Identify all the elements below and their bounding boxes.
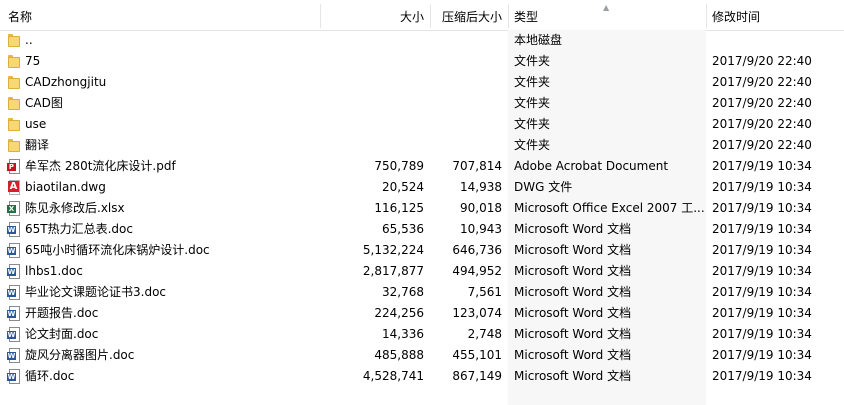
file-compressed-size: 90,018 [460,201,502,215]
file-row[interactable]: W 循环.doc 4,528,741 867,149 Microsoft Word 文档… [0,366,844,387]
file-modified: 2017/9/19 10:34 [712,264,812,278]
file-compressed-size: 707,814 [452,159,502,173]
file-row[interactable]: W 毕业论文课题论证书3.doc 32,768 7,561 Microsoft Word… [0,282,844,303]
file-type: Microsoft Word 文档 [514,306,632,320]
column-header: 名称 大小 压缩后大小 类型 ▲ 修改时间 [0,0,844,31]
file-modified: 2017/9/19 10:34 [712,180,812,194]
word-file-icon: W [7,222,21,237]
file-row[interactable]: CAD图 文件夹 2017/9/20 22:40 [0,93,844,114]
file-compressed-size [403,51,502,72]
column-header-compressed[interactable]: 压缩后大小 [403,0,502,30]
file-modified: 2017/9/19 10:34 [712,348,812,362]
folder-icon [7,138,21,153]
folder-icon [7,54,21,69]
file-modified: 2017/9/19 10:34 [712,201,812,215]
file-row[interactable]: Abiaotilan.dwg 20,524 14,938 DWG 文件 2017/9/1… [0,177,844,198]
file-type: Microsoft Office Excel 2007 工... [514,201,704,215]
file-compressed-size [403,135,502,156]
file-type: Adobe Acrobat Document [514,159,669,173]
file-type: 文件夹 [514,138,551,152]
file-row[interactable]: W 65T热力汇总表.doc 65,536 10,943 Microsoft Word … [0,219,844,240]
folder-icon [7,117,21,132]
file-modified: 2017/9/19 10:34 [712,369,812,383]
dwg-file-icon: A [7,180,21,195]
folder-icon [7,33,21,48]
file-type: Microsoft Word 文档 [514,285,632,299]
file-modified: 2017/9/20 22:40 [712,54,812,68]
file-compressed-size [403,72,502,93]
file-list: .. 本地磁盘 75 文件夹 2017/9/20 22:40 CADzhongjitu 文件… [0,30,844,387]
file-row[interactable]: X 陈见永修改后.xlsx 116,125 90,018 Microsoft Offic… [0,198,844,219]
file-modified: 2017/9/20 22:40 [712,96,812,110]
file-modified: 2017/9/19 10:34 [712,306,812,320]
file-modified [712,30,842,51]
file-row[interactable]: CADzhongjitu 文件夹 2017/9/20 22:40 [0,72,844,93]
excel-file-icon: X [7,201,21,216]
folder-icon [7,75,21,90]
file-type: 文件夹 [514,117,551,131]
word-file-icon: W [7,306,21,321]
file-compressed-size [403,93,502,114]
file-compressed-size: 455,101 [452,348,502,362]
column-header-name[interactable]: 名称 [8,0,32,30]
file-type: DWG 文件 [514,180,573,194]
file-type: 本地磁盘 [514,33,563,47]
column-header-type[interactable]: 类型 [514,0,538,30]
file-compressed-size [403,114,502,135]
column-divider[interactable] [508,4,509,28]
file-compressed-size: 7,561 [467,285,502,299]
file-compressed-size: 14,938 [460,180,502,194]
folder-icon [7,96,21,111]
file-compressed-size: 494,952 [452,264,502,278]
file-type: Microsoft Word 文档 [514,264,632,278]
pdf-file-icon: P [7,159,21,174]
word-file-icon: W [7,369,21,384]
file-modified: 2017/9/19 10:34 [712,285,812,299]
file-modified: 2017/9/19 10:34 [712,243,812,257]
file-modified: 2017/9/20 22:40 [712,117,812,131]
file-type: Microsoft Word 文档 [514,369,632,383]
file-row[interactable]: W 65吨小时循环流化床锅炉设计.doc 5,132,224 646,736 Micro… [0,240,844,261]
file-modified: 2017/9/19 10:34 [712,327,812,341]
sort-ascending-icon: ▲ [603,3,610,12]
word-file-icon: W [7,285,21,300]
file-row[interactable]: use 文件夹 2017/9/20 22:40 [0,114,844,135]
file-row[interactable]: 翻译 文件夹 2017/9/20 22:40 [0,135,844,156]
file-row[interactable]: P 牟军杰 280t流化床设计.pdf 750,789 707,814 Adobe Ac… [0,156,844,177]
word-file-icon: W [7,348,21,363]
file-compressed-size: 867,149 [452,369,502,383]
file-modified: 2017/9/20 22:40 [712,75,812,89]
file-type: 文件夹 [514,96,551,110]
file-modified: 2017/9/20 22:40 [712,138,812,152]
file-type: Microsoft Word 文档 [514,243,632,257]
file-modified: 2017/9/19 10:34 [712,222,812,236]
file-row[interactable]: W 旋风分离器图片.doc 485,888 455,101 Microsoft Word… [0,345,844,366]
column-header-modified[interactable]: 修改时间 [712,0,760,30]
file-type: 文件夹 [514,54,551,68]
file-type: Microsoft Word 文档 [514,327,632,341]
file-compressed-size: 2,748 [467,327,502,341]
file-row[interactable]: W 论文封面.doc 14,336 2,748 Microsoft Word 文档 201… [0,324,844,345]
file-row[interactable]: 75 文件夹 2017/9/20 22:40 [0,51,844,72]
file-compressed-size: 10,943 [460,222,502,236]
file-row[interactable]: .. 本地磁盘 [0,30,844,51]
file-type: 文件夹 [514,75,551,89]
column-divider[interactable] [320,4,321,28]
file-modified: 2017/9/19 10:34 [712,159,812,173]
file-compressed-size: 123,074 [452,306,502,320]
file-row[interactable]: W 开题报告.doc 224,256 123,074 Microsoft Word 文档… [0,303,844,324]
word-file-icon: W [7,243,21,258]
file-type: Microsoft Word 文档 [514,222,632,236]
file-type: Microsoft Word 文档 [514,348,632,362]
column-divider[interactable] [706,4,707,28]
file-compressed-size [403,30,502,51]
word-file-icon: W [7,327,21,342]
word-file-icon: W [7,264,21,279]
file-row[interactable]: Wlhbs1.doc 2,817,877 494,952 Microsoft Word… [0,261,844,282]
file-compressed-size: 646,736 [452,243,502,257]
